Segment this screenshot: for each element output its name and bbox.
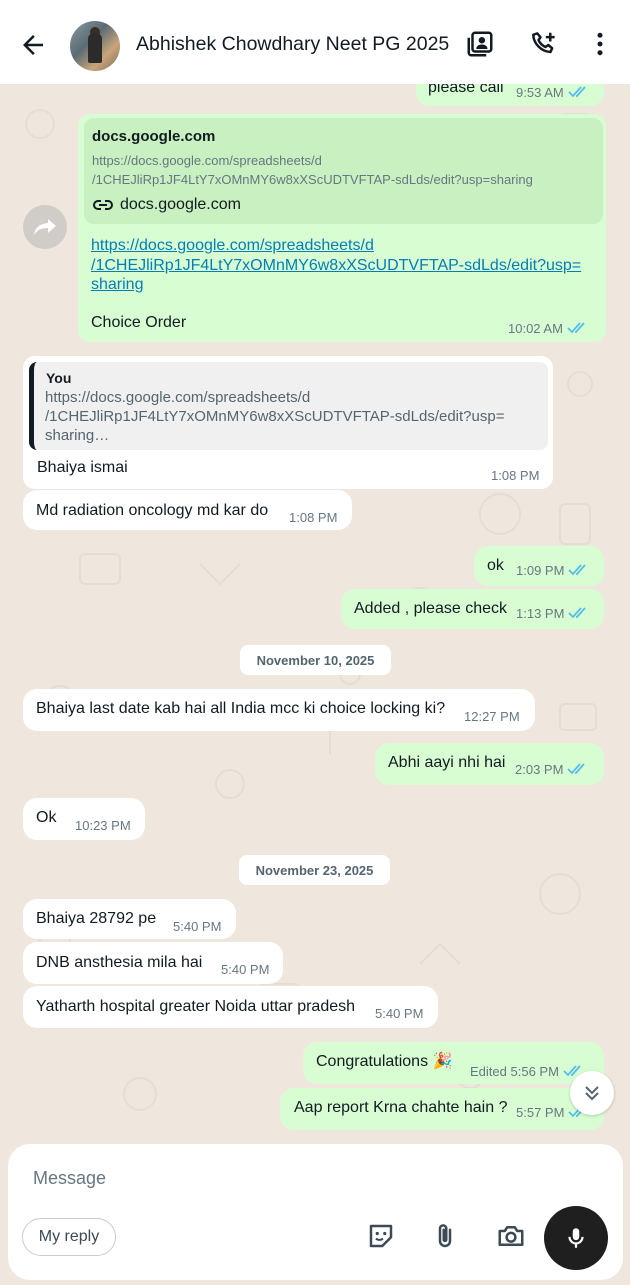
chat-header: Abhishek Chowdhary Neet PG 2025 [0,0,630,84]
avatar[interactable] [70,21,120,71]
mic-icon [568,1228,584,1248]
message-text: Added , please check [354,600,507,617]
link-preview[interactable]: docs.google.com https://docs.google.com/… [84,118,603,224]
message-text: Bhaiya last date kab hai all India mcc k… [36,700,446,717]
link-preview-domain: docs.google.com [92,196,241,214]
read-ticks-icon [567,763,586,775]
message-time: 1:09 PM [516,563,590,579]
message-bubble-outgoing[interactable]: Added , please check 1:13 PM [341,589,604,629]
voice-message-button[interactable] [544,1206,608,1270]
message-composer[interactable]: Message My reply [8,1144,623,1280]
add-call-icon[interactable] [529,29,559,59]
link-preview-url: https://docs.google.com/spreadsheets/d /… [92,153,533,187]
message-text: ok [487,557,504,574]
message-bubble-incoming[interactable]: Md radiation oncology md kar do 1:08 PM [23,490,352,530]
message-bubble-incoming[interactable]: Bhaiya 28792 pe 5:40 PM [23,899,236,939]
scroll-to-bottom-button[interactable] [570,1071,614,1115]
attach-icon[interactable] [430,1221,460,1251]
message-text: DNB ansthesia mila hai [36,954,203,971]
double-chevron-down-icon [585,1086,599,1101]
date-separator: November 10, 2025 [240,645,391,675]
edited-label: Edited [470,1064,507,1079]
message-bubble-incoming[interactable]: Bhaiya last date kab hai all India mcc k… [23,689,535,731]
message-time: 1:08 PM [491,468,540,483]
message-text: Choice Order [91,314,187,331]
read-ticks-icon [568,607,587,619]
message-text: Md radiation oncology md kar do [36,502,269,519]
quoted-message[interactable]: You https://docs.google.com/spreadsheets… [29,362,548,450]
message-text: Bhaiya ismai [37,459,128,476]
message-bubble-outgoing[interactable]: Aap report Krna chahte hain ? 5:57 PM [280,1088,604,1130]
forward-button[interactable] [23,205,67,249]
message-text: Bhaiya 28792 pe [36,910,157,927]
message-bubble-outgoing[interactable]: ok 1:09 PM [474,546,604,586]
quoted-text: https://docs.google.com/spreadsheets/d /… [45,389,505,444]
message-time: 5:40 PM [173,919,222,934]
more-vert-icon[interactable] [585,29,615,59]
link-icon [93,200,113,210]
message-time: 2:03 PM [515,762,589,778]
message-time: 12:27 PM [464,709,520,724]
read-ticks-icon [568,86,586,98]
message-time: 1:08 PM [289,510,338,525]
message-bubble-outgoing[interactable]: Congratulations 🎉 Edited 5:56 PM [303,1042,604,1084]
message-time: 5:40 PM [375,1006,424,1021]
message-bubble-incoming[interactable]: DNB ansthesia mila hai 5:40 PM [23,942,283,984]
message-time: 10:02 AM [508,321,589,336]
message-text: Abhi aayi nhi hai [388,754,506,771]
message-time: Edited 5:56 PM [470,1064,585,1080]
forward-icon [34,219,56,235]
back-arrow-icon[interactable] [18,30,48,60]
read-ticks-icon [567,322,585,334]
message-input[interactable]: Message [33,1168,106,1189]
message-bubble-outgoing[interactable]: Abhi aayi nhi hai 2:03 PM [375,743,604,785]
message-link[interactable]: https://docs.google.com/spreadsheets/d /… [91,236,581,295]
message-time: 5:40 PM [221,962,270,977]
message-bubble-incoming[interactable]: Yatharth hospital greater Noida uttar pr… [23,986,438,1028]
sticker-icon[interactable] [366,1221,396,1251]
message-time: 9:53 AM [516,85,590,101]
contact-card-icon[interactable] [465,29,495,59]
message-time: 1:13 PM [516,606,590,622]
read-ticks-icon [568,564,587,576]
message-text: Ok [36,809,57,826]
chat-title[interactable]: Abhishek Chowdhary Neet PG 2025 [136,33,449,56]
message-bubble-incoming[interactable]: Ok 10:23 PM [23,798,145,840]
message-time: 10:23 PM [75,818,131,833]
message-text: Congratulations 🎉 [316,1053,453,1070]
my-reply-chip[interactable]: My reply [22,1218,116,1256]
link-preview-title: docs.google.com [92,128,216,145]
quoted-author: You [46,370,72,386]
message-text: Aap report Krna chahte hain ? [294,1099,508,1116]
camera-icon[interactable] [496,1221,526,1251]
message-text: Yatharth hospital greater Noida uttar pr… [36,998,356,1015]
date-separator: November 23, 2025 [239,855,390,885]
